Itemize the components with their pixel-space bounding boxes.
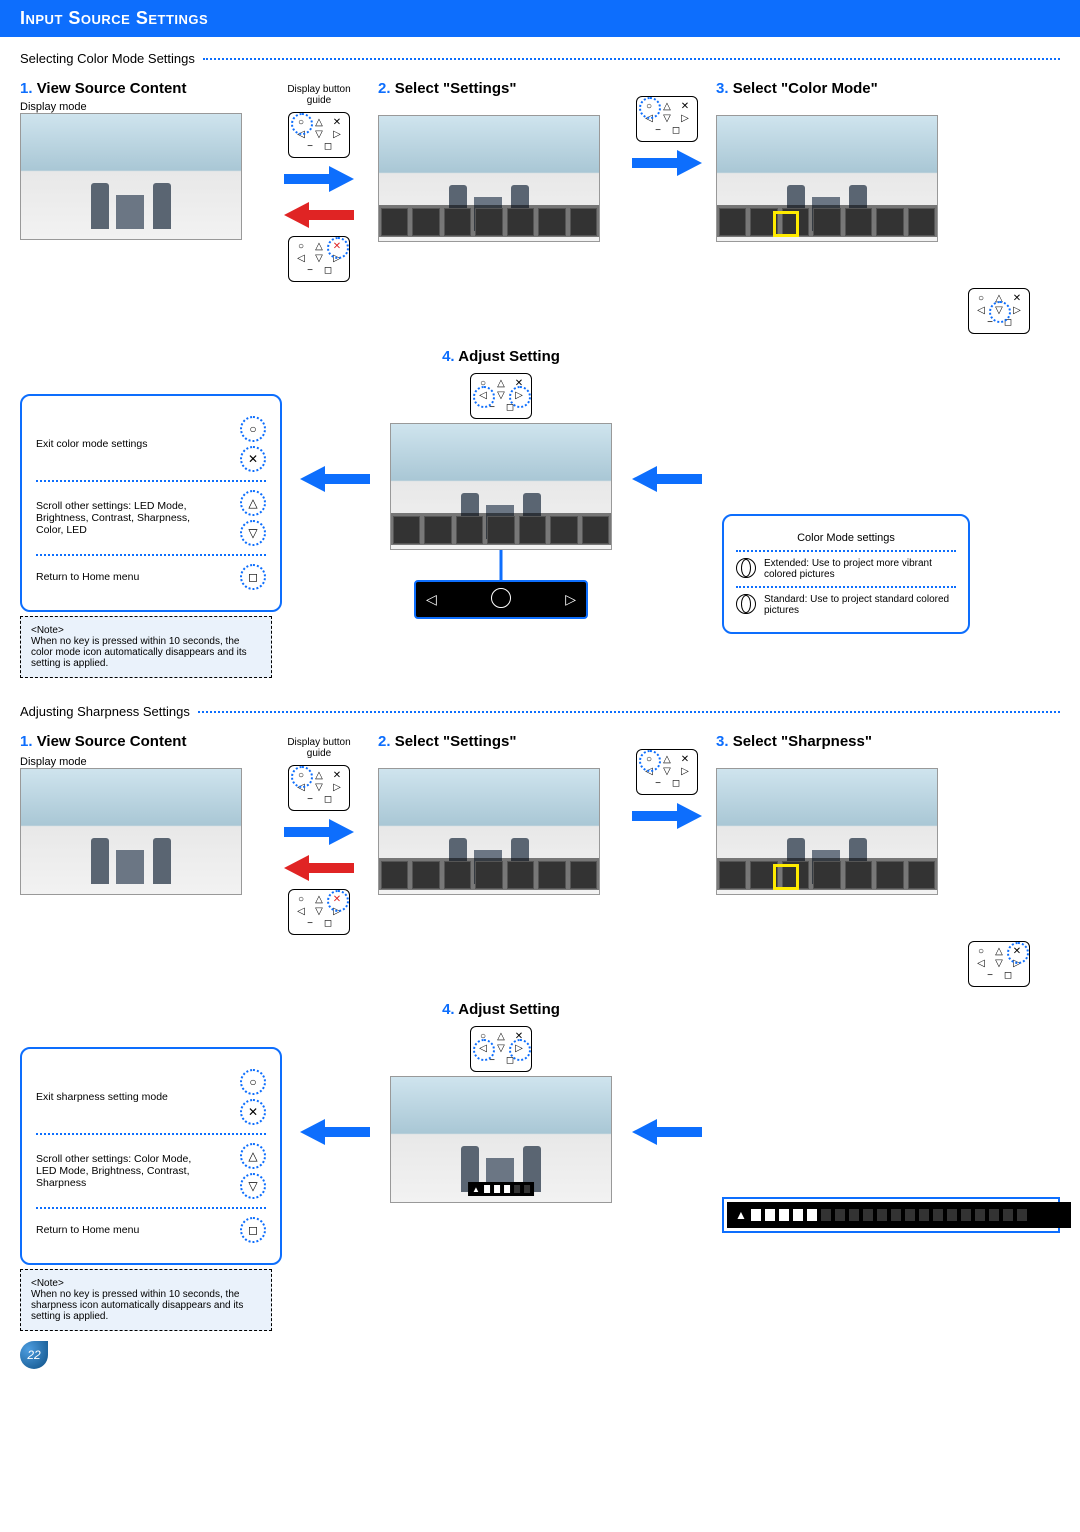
- button-guide-bottom-1: ○△✕ ◁▽▷ −◻: [288, 236, 350, 282]
- step2-thumbnail: [378, 115, 600, 242]
- section-1-label: Selecting Color Mode Settings: [20, 51, 195, 66]
- step1-sub: Display mode: [20, 101, 87, 113]
- circle-icon: ○: [240, 1069, 266, 1095]
- header-text: Input Source Settings: [20, 8, 208, 28]
- button-guide-s2-3: ○△✕ ◁▽▷ −◻: [636, 749, 698, 795]
- step2-title: 2. Select "Settings": [378, 80, 618, 97]
- note-body: When no key is pressed within 10 seconds…: [31, 636, 261, 669]
- step4-title: 4. Adjust Setting: [442, 348, 560, 365]
- guide-label-1: Display button guide: [274, 84, 364, 106]
- highlight-sharpness: [773, 864, 799, 890]
- s2-step2-thumbnail: [378, 768, 600, 895]
- button-guide-s2-4: ○△✕ ◁▽▷ −◻: [968, 941, 1030, 987]
- x-icon: ✕: [240, 446, 266, 472]
- info-r2: Standard: Use to project standard colore…: [764, 594, 956, 616]
- circle-icon: ○: [240, 416, 266, 442]
- step3-title: 3. Select "Color Mode": [716, 80, 956, 97]
- divider-dots: [198, 710, 1060, 713]
- arrow-left-blue-2: [632, 464, 702, 494]
- arrow-left-blue-s2b: [632, 1117, 702, 1147]
- button-guide-4: ○△✕ ◁▽▷ −◻: [470, 373, 532, 419]
- legend-r1: Exit color mode settings: [36, 438, 147, 450]
- x-icon: ✕: [240, 1099, 266, 1125]
- arrow-left-red-s2: [284, 853, 354, 883]
- section-title-2: Adjusting Sharpness Settings: [20, 704, 1060, 719]
- step1-title: 1. View Source Content: [20, 80, 260, 97]
- s2-step4-title: 4. Adjust Setting: [442, 1001, 560, 1018]
- note-box-color: <Note> When no key is pressed within 10 …: [20, 616, 272, 678]
- step1-label: View Source Content: [37, 80, 187, 97]
- highlight-color-mode: [773, 211, 799, 237]
- square-icon: ◻: [240, 1217, 266, 1243]
- connector-line: [499, 550, 503, 580]
- s2-step1-title: 1. View Source Content: [20, 733, 260, 750]
- button-guide-s2-2: ○△✕ ◁▽▷ −◻: [288, 889, 350, 935]
- sharpness-bar-detail: ▲: [722, 1197, 1060, 1233]
- button-guide-top-1: ○△✕ ◁▽▷ −◻: [288, 112, 350, 158]
- s2-step1-thumbnail: [20, 768, 242, 895]
- globe-icon: [736, 594, 756, 614]
- button-guide-2: ○△✕ ◁▽▷ −◻: [636, 96, 698, 142]
- step2-num: 2.: [378, 80, 391, 97]
- step4-thumbnail: [390, 423, 612, 550]
- legend-box-sharpness: Exit sharpness setting mode○✕ Scroll oth…: [20, 1047, 282, 1265]
- arrow-left-red-1: [284, 200, 354, 230]
- s2-step3-thumbnail: [716, 768, 938, 895]
- arrow-right-blue-s2a: [284, 817, 354, 847]
- s2-step2-title: 2. Select "Settings": [378, 733, 618, 750]
- step1-num: 1.: [20, 80, 33, 97]
- down-icon: ▽: [240, 520, 266, 546]
- s2-step3-title: 3. Select "Sharpness": [716, 733, 956, 750]
- note-title: <Note>: [31, 625, 261, 636]
- arrow-right-blue-2: [632, 148, 702, 178]
- step2-label: Select "Settings": [395, 80, 517, 97]
- nav-left-icon: ◁: [426, 591, 437, 608]
- nav-right-icon: ▷: [565, 591, 576, 608]
- arrow-left-blue-1: [300, 464, 370, 494]
- button-guide-3: ○△✕ ◁▽▷ −◻: [968, 288, 1030, 334]
- info-title: Color Mode settings: [797, 532, 895, 544]
- s2-step4-thumbnail: ▲: [390, 1076, 612, 1203]
- divider-dots: [203, 57, 1060, 60]
- button-guide-s2-1: ○△✕ ◁▽▷ −◻: [288, 765, 350, 811]
- globe-icon: [736, 558, 756, 578]
- step1-thumbnail: [20, 113, 242, 240]
- up-icon: △: [240, 490, 266, 516]
- square-icon: ◻: [240, 564, 266, 590]
- step3-thumbnail: [716, 115, 938, 242]
- arrow-right-blue-1: [284, 164, 354, 194]
- info-box-color-mode: Color Mode settings Extended: Use to pro…: [722, 514, 970, 634]
- info-r1: Extended: Use to project more vibrant co…: [764, 558, 956, 580]
- step4-label: Adjust Setting: [458, 348, 560, 365]
- button-guide-s2-5: ○△✕ ◁▽▷ −◻: [470, 1026, 532, 1072]
- arrow-left-blue-s2a: [300, 1117, 370, 1147]
- legend-box-color: Exit color mode settings ○ ✕ Scroll other …: [20, 394, 282, 612]
- section-2-label: Adjusting Sharpness Settings: [20, 704, 190, 719]
- arrow-right-blue-s2b: [632, 801, 702, 831]
- down-icon: ▽: [240, 1173, 266, 1199]
- note-box-sharpness: <Note> When no key is pressed within 10 …: [20, 1269, 272, 1331]
- legend-r3: Return to Home menu: [36, 571, 139, 583]
- triangle-icon: ▲: [735, 1208, 747, 1222]
- up-icon: △: [240, 1143, 266, 1169]
- step3-label: Select "Color Mode": [733, 80, 878, 97]
- page-number: 22: [20, 1341, 48, 1369]
- sharpness-indicator: ▲: [468, 1182, 534, 1196]
- page-header: Input Source Settings: [0, 0, 1080, 37]
- color-mode-detail-bar: ◁ ▷: [414, 580, 588, 619]
- legend-r2: Scroll other settings: LED Mode, Brightn…: [36, 500, 196, 536]
- step4-num: 4.: [442, 348, 455, 365]
- section-title-1: Selecting Color Mode Settings: [20, 51, 1060, 66]
- step3-num: 3.: [716, 80, 729, 97]
